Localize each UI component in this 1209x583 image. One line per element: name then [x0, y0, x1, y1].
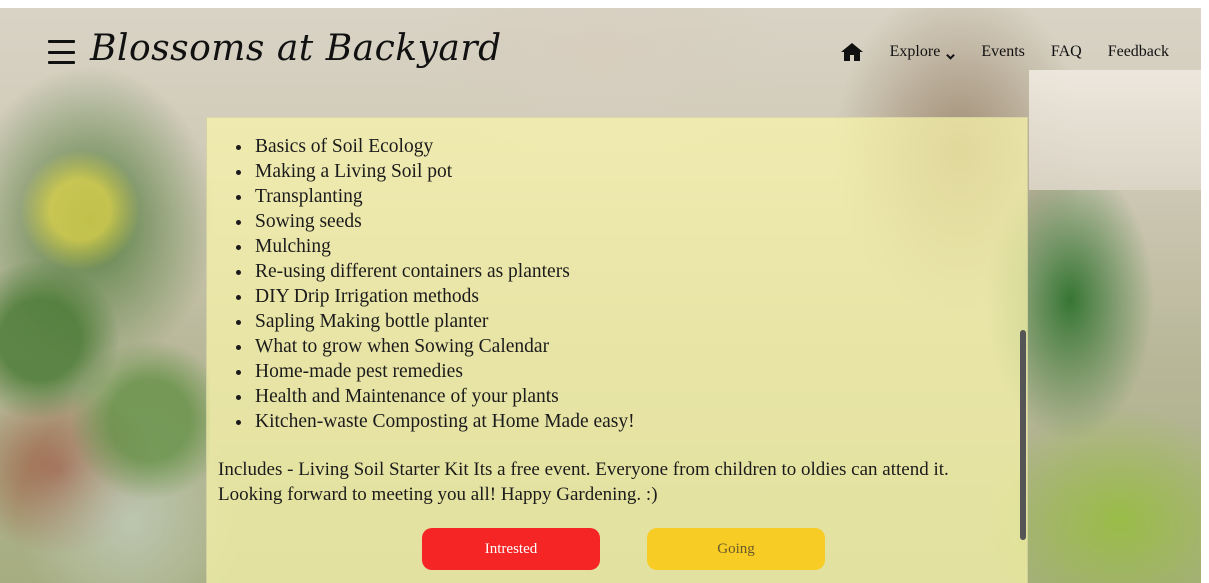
- list-item: DIY Drip Irrigation methods: [253, 284, 1027, 309]
- list-item: Re-using different containers as planter…: [253, 259, 1027, 284]
- event-description: Includes - Living Soil Starter Kit Its a…: [218, 459, 949, 505]
- top-nav: Explore Events FAQ Feedback: [840, 42, 1169, 62]
- list-item: Basics of Soil Ecology: [253, 134, 1027, 159]
- nav-faq[interactable]: FAQ: [1051, 43, 1082, 61]
- list-item: Mulching: [253, 234, 1027, 259]
- going-button[interactable]: Going: [647, 528, 825, 570]
- topic-list: Basics of Soil Ecology Making a Living S…: [207, 134, 1027, 434]
- nav-explore[interactable]: Explore: [890, 43, 956, 61]
- list-item: Home-made pest remedies: [253, 359, 1027, 384]
- list-item: Sowing seeds: [253, 209, 1027, 234]
- nav-explore-label: Explore: [889, 43, 941, 60]
- list-item: Health and Maintenance of your plants: [253, 384, 1027, 409]
- list-item: What to grow when Sowing Calendar: [253, 334, 1027, 359]
- list-item: Sapling Making bottle planter: [253, 309, 1027, 334]
- site-title[interactable]: Blossoms at Backyard: [90, 28, 502, 69]
- nav-feedback[interactable]: Feedback: [1108, 43, 1169, 61]
- event-details-card: Basics of Soil Ecology Making a Living S…: [206, 117, 1028, 583]
- scrollbar-thumb[interactable]: [1020, 330, 1026, 540]
- background-foliage: [0, 90, 210, 583]
- list-item: Kitchen-waste Composting at Home Made ea…: [253, 409, 1027, 434]
- home-icon[interactable]: [840, 42, 864, 62]
- chevron-down-icon: [946, 48, 956, 60]
- hamburger-menu-icon[interactable]: [48, 40, 75, 64]
- nav-events[interactable]: Events: [981, 43, 1025, 61]
- site-header: Blossoms at Backyard Explore Events FAQ …: [0, 0, 1209, 110]
- list-item: Making a Living Soil pot: [253, 159, 1027, 184]
- interested-button[interactable]: Intrested: [422, 528, 600, 570]
- list-item: Transplanting: [253, 184, 1027, 209]
